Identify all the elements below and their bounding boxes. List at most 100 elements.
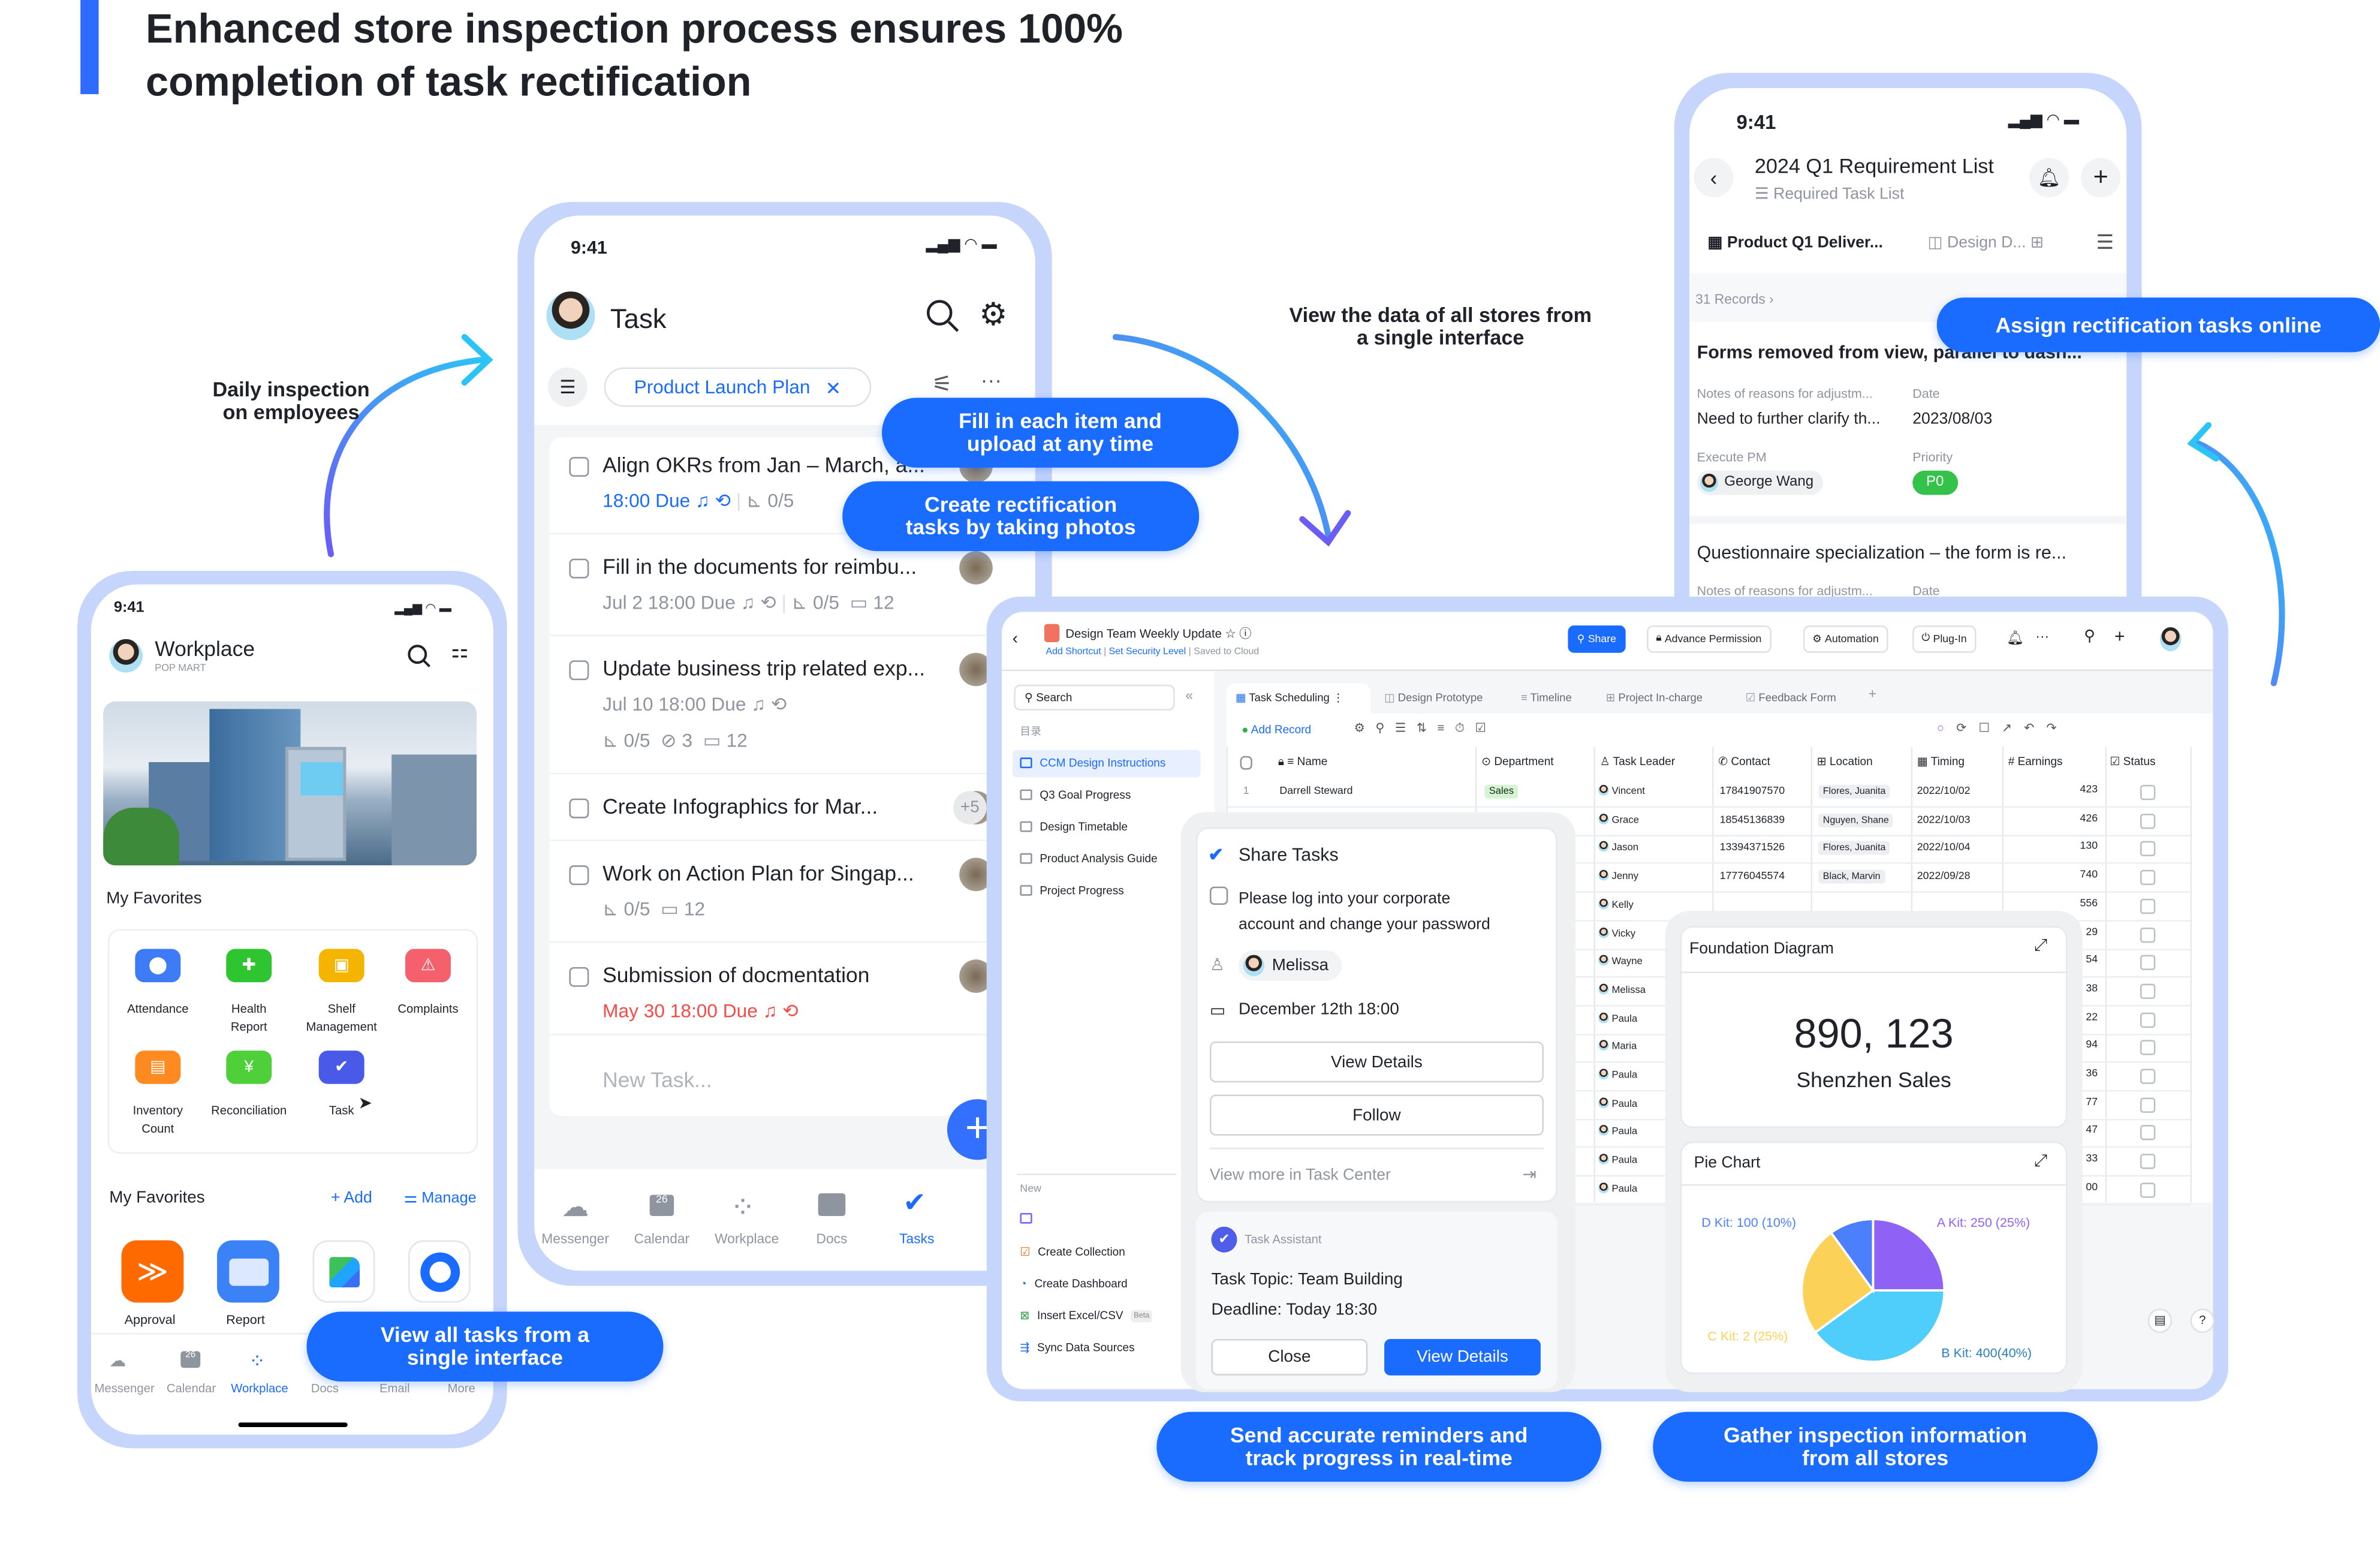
location-tag[interactable]: Flores, Juanita xyxy=(1818,841,1891,856)
view-more-task-center-link[interactable]: View more in Task Center xyxy=(1210,1166,1391,1184)
filter-chip-product-launch-plan[interactable]: Product Launch Plan ✕ xyxy=(604,367,872,407)
status-checkbox[interactable] xyxy=(2140,1069,2156,1084)
earnings-cell[interactable]: 423 xyxy=(2004,785,2098,796)
add-favorite-button[interactable]: + Add xyxy=(331,1188,372,1206)
favorite-label[interactable]: Attendance xyxy=(127,1001,189,1019)
record-title[interactable]: Questionnaire specialization – the form … xyxy=(1697,542,2066,563)
sync-data-sources-item[interactable]: ⇶ Sync Data Sources xyxy=(1020,1341,1134,1355)
insert-excel-item[interactable]: ⊠ Insert Excel/CSV Beta xyxy=(1020,1308,1153,1322)
plugin-button[interactable]: ⏻ Plug-In xyxy=(1912,625,1976,653)
collapse-sidebar-icon[interactable]: « xyxy=(1185,688,1193,703)
docs-icon[interactable] xyxy=(818,1193,846,1217)
help-icon[interactable]: ? xyxy=(2190,1308,2215,1334)
location-pin-icon[interactable]: ⬤ xyxy=(135,949,181,983)
department-tag[interactable]: Sales xyxy=(1484,784,1519,799)
sidebar-item[interactable]: CCM Design Instructions xyxy=(1020,756,1165,770)
tab-product-q1[interactable]: ▦ Product Q1 Deliver... xyxy=(1707,234,1883,252)
task-title[interactable]: Submission of docmentation xyxy=(602,962,869,987)
task-leader-cell[interactable]: Paula xyxy=(1598,1154,1637,1166)
status-checkbox[interactable] xyxy=(2140,983,2156,999)
toolbar-icons[interactable]: ⚙⚲☰⇅≡⏱☑ xyxy=(1354,721,1496,736)
new-task-input[interactable]: New Task... xyxy=(602,1067,712,1092)
column-header-contact[interactable]: ✆ Contact xyxy=(1718,754,1770,768)
nav-docs[interactable]: Docs xyxy=(817,1231,848,1246)
back-button[interactable]: ‹ xyxy=(1694,158,1734,198)
earnings-cell[interactable]: 740 xyxy=(2004,870,2098,881)
select-all-checkbox[interactable] xyxy=(1240,756,1252,770)
nav-calendar[interactable]: Calendar xyxy=(167,1382,216,1395)
task-leader-cell[interactable]: Paula xyxy=(1598,1012,1637,1024)
task-title[interactable]: Work on Action Plan for Singap... xyxy=(602,861,914,886)
shield-plus-icon[interactable]: ✚ xyxy=(226,949,272,983)
task-checkbox[interactable] xyxy=(1209,886,1228,905)
status-checkbox[interactable] xyxy=(2140,1154,2156,1169)
add-icon[interactable]: + xyxy=(2081,158,2121,198)
security-link[interactable]: Set Security Level xyxy=(1109,647,1186,658)
contact-cell[interactable]: 17841907570 xyxy=(1720,787,1785,797)
task-checkbox[interactable] xyxy=(569,457,589,477)
follow-button[interactable]: Follow xyxy=(1209,1094,1544,1136)
toolbar-right-icons[interactable]: ○⟳☐↗↶↷ xyxy=(1937,721,2069,735)
task-title[interactable]: Create Infographics for Mar... xyxy=(602,794,878,818)
warning-icon[interactable]: ⚠ xyxy=(405,949,451,983)
task-checkbox[interactable] xyxy=(569,865,589,886)
yen-icon[interactable]: ¥ xyxy=(226,1051,272,1084)
more-icon[interactable]: ··· xyxy=(2035,628,2049,643)
search-icon[interactable] xyxy=(407,644,432,669)
report-app-icon[interactable] xyxy=(217,1240,279,1303)
status-checkbox[interactable] xyxy=(2140,1097,2156,1113)
back-icon[interactable]: ‹ xyxy=(1013,630,1018,648)
task-leader-cell[interactable]: Wayne xyxy=(1598,955,1643,967)
manage-favorites-button[interactable]: ⚌ Manage xyxy=(403,1190,476,1207)
search-icon[interactable]: ⚲ xyxy=(2084,628,2095,645)
status-checkbox[interactable] xyxy=(2140,1012,2156,1028)
doc-helper-icon[interactable]: ▤ xyxy=(2147,1308,2173,1334)
tab-design[interactable]: ◫ Design D... ⊞ xyxy=(1928,234,2044,252)
timing-cell[interactable]: 2022/10/03 xyxy=(1917,815,1971,826)
task-leader-cell[interactable]: Maria xyxy=(1598,1040,1637,1052)
avatar[interactable] xyxy=(546,291,595,341)
create-collection-item[interactable]: ☑ Create Collection xyxy=(1020,1245,1125,1259)
tab[interactable]: ▦ Task Scheduling ⋮ xyxy=(1236,691,1343,705)
task-leader-cell[interactable]: Grace xyxy=(1598,813,1639,826)
calendar-icon[interactable]: 26 xyxy=(180,1351,201,1368)
status-checkbox[interactable] xyxy=(2140,870,2156,886)
share-button[interactable]: ⚲ Share xyxy=(1568,625,1626,653)
nav-calendar[interactable]: Calendar xyxy=(634,1231,689,1246)
tab[interactable]: ◫ Design Prototype xyxy=(1384,691,1483,705)
task-leader-cell[interactable]: Kelly xyxy=(1598,898,1634,911)
approval-app-icon[interactable]: ≫ xyxy=(121,1240,184,1303)
add-icon[interactable]: + xyxy=(2114,625,2125,646)
earnings-cell[interactable]: 426 xyxy=(2004,813,2098,824)
assignee-chip[interactable]: George Wang xyxy=(1697,470,1823,495)
expand-icon[interactable]: ⤢ xyxy=(2034,937,2047,956)
status-checkbox[interactable] xyxy=(2140,1125,2156,1141)
sidebar-item[interactable]: Product Analysis Guide xyxy=(1020,851,1158,865)
status-checkbox[interactable] xyxy=(2140,841,2156,857)
filter-settings-icon[interactable]: ⚟ xyxy=(932,371,953,398)
tab[interactable]: ☑ Feedback Form xyxy=(1746,691,1836,705)
task-checkbox[interactable] xyxy=(569,558,589,579)
status-checkbox[interactable] xyxy=(2140,1182,2156,1198)
task-leader-cell[interactable]: Paula xyxy=(1598,1182,1637,1194)
settings-gear-icon[interactable]: ⚙ xyxy=(979,296,1008,334)
add-record-button[interactable]: ● Add Record xyxy=(1242,723,1311,736)
sidebar-item[interactable]: Q3 Goal Progress xyxy=(1020,788,1131,802)
task-checkbox[interactable] xyxy=(569,660,589,681)
favorite-label[interactable]: Complaints xyxy=(397,1001,458,1019)
add-shortcut-link[interactable]: Add Shortcut xyxy=(1046,647,1101,658)
user-avatar[interactable] xyxy=(2159,627,2182,652)
open-external-icon[interactable]: ⇥ xyxy=(1522,1164,1536,1184)
status-checkbox[interactable] xyxy=(2140,926,2156,943)
earnings-cell[interactable]: 556 xyxy=(2004,898,2098,909)
messenger-icon[interactable]: ☁ xyxy=(562,1192,589,1224)
timing-cell[interactable]: 2022/10/04 xyxy=(1917,843,1971,854)
expand-icon[interactable]: ⤢ xyxy=(2034,1152,2047,1172)
favorite-label[interactable]: Health Report xyxy=(231,1001,267,1037)
close-button[interactable]: Close xyxy=(1211,1339,1368,1376)
tab[interactable]: ⊞ Project In-charge xyxy=(1606,691,1703,705)
nav-workplace[interactable]: Workplace xyxy=(715,1231,779,1246)
task-leader-cell[interactable]: Jenny xyxy=(1598,870,1638,882)
column-header-department[interactable]: ⊙ Department xyxy=(1481,754,1553,768)
name-cell[interactable]: Darrell Steward xyxy=(1279,787,1352,797)
